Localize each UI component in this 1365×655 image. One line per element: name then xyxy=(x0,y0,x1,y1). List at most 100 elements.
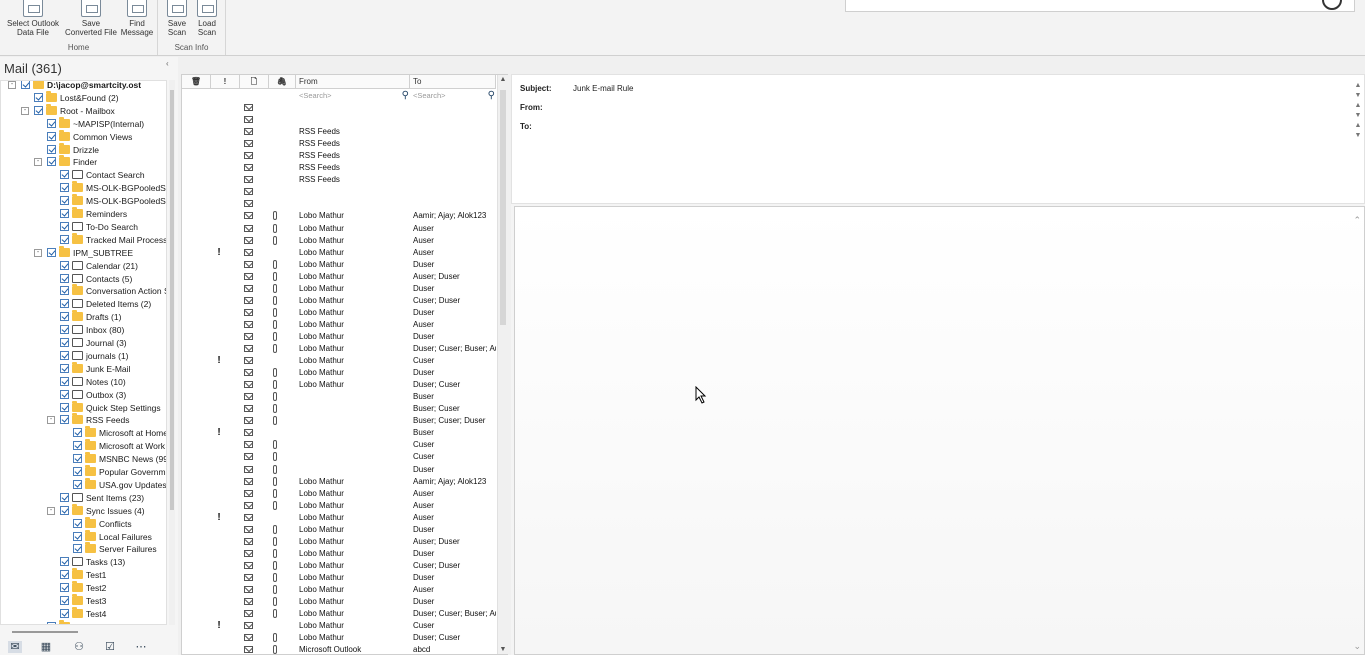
scroll-down-icon[interactable]: ▼ xyxy=(499,646,507,653)
scroll-up-icon[interactable]: ⌃ xyxy=(1353,215,1361,226)
collapse-pane-button[interactable]: ‹ xyxy=(166,59,169,68)
scroll-thumb[interactable] xyxy=(500,90,506,325)
message-row[interactable]: RSS Feeds xyxy=(182,174,496,186)
folder-node[interactable]: Calendar (21) xyxy=(60,260,138,272)
folder-node[interactable]: Conversation Action S xyxy=(60,284,166,297)
message-row[interactable] xyxy=(182,186,496,198)
folder-checkbox[interactable] xyxy=(60,338,69,347)
folder-node[interactable]: Test4 xyxy=(60,606,106,620)
folder-checkbox[interactable] xyxy=(47,131,56,141)
folder-node[interactable]: Microsoft at Home xyxy=(73,426,166,439)
folder-checkbox[interactable] xyxy=(47,247,56,257)
message-row[interactable]: Buser; Cuser xyxy=(182,403,496,415)
folder-checkbox[interactable] xyxy=(60,350,69,360)
folder-checkbox[interactable] xyxy=(60,325,69,335)
to-search-input[interactable]: <Search> ⚲ xyxy=(413,90,495,101)
expand-collapse-icon[interactable]: - xyxy=(34,158,42,167)
scroll-up-icon[interactable]: ▲ xyxy=(499,76,507,83)
folder-node[interactable]: Common Views xyxy=(47,129,132,143)
folder-checkbox[interactable] xyxy=(60,492,69,502)
folder-node[interactable]: Lost&Found (2) xyxy=(34,90,119,104)
folder-checkbox[interactable] xyxy=(60,221,69,231)
folder-node[interactable]: Tasks (13) xyxy=(60,556,125,568)
folder-checkbox[interactable] xyxy=(47,157,56,167)
folder-node[interactable]: Test2 xyxy=(60,581,106,594)
message-row[interactable]: Microsoft Outlook abcd xyxy=(182,644,496,655)
message-row[interactable]: Lobo Mathur Aamir; Ajay; Alok123 xyxy=(182,476,496,488)
folder-checkbox[interactable] xyxy=(73,467,82,476)
message-row[interactable]: Buser xyxy=(182,391,496,403)
folder-node[interactable]: Junk E-Mail xyxy=(60,361,130,375)
folder-node[interactable]: MS-OLK-BGPooledSe xyxy=(60,181,166,194)
message-row[interactable]: RSS Feeds xyxy=(182,150,496,162)
folder-node[interactable]: - IPM_SUBTREE xyxy=(34,245,133,259)
folder-node[interactable]: Test3 xyxy=(60,594,106,607)
folder-node[interactable]: - D:\jacop@smartcity.ost xyxy=(8,81,141,91)
calendar-icon[interactable]: ▦ xyxy=(39,641,53,653)
folder-node[interactable]: Quick Step Settings xyxy=(60,400,161,414)
folder-node[interactable]: Popular Governme xyxy=(73,465,166,478)
folder-checkbox[interactable] xyxy=(60,608,69,618)
folder-node[interactable]: Sent Items (23) xyxy=(60,492,144,504)
message-row[interactable]: Lobo Mathur Auser xyxy=(182,319,496,331)
folder-node[interactable]: Outbox (3) xyxy=(60,389,126,401)
save-scan-button[interactable]: Save Scan xyxy=(162,0,192,37)
folder-checkbox[interactable] xyxy=(60,583,69,593)
folder-checkbox[interactable] xyxy=(73,479,82,489)
message-row[interactable]: Lobo Mathur Duser xyxy=(182,572,496,584)
search-icon[interactable]: ⚲ xyxy=(488,90,495,101)
folder-tree-hscroll[interactable] xyxy=(12,631,78,633)
folder-checkbox[interactable] xyxy=(60,557,69,567)
message-row[interactable]: Lobo Mathur Auser xyxy=(182,488,496,500)
folder-checkbox[interactable] xyxy=(60,312,69,322)
folder-node[interactable]: Inbox (80) xyxy=(60,324,124,336)
folder-checkbox[interactable] xyxy=(47,118,56,128)
folder-node[interactable]: Contact Search xyxy=(60,169,145,181)
message-row[interactable]: ! Lobo Mathur Cuser xyxy=(182,620,496,632)
message-row[interactable]: Cuser xyxy=(182,451,496,463)
folder-checkbox[interactable] xyxy=(34,92,43,102)
folder-node[interactable]: MS-OLK-BGPooledSe xyxy=(60,194,166,207)
top-search-box[interactable] xyxy=(845,0,1355,12)
people-icon[interactable]: ⚇ xyxy=(72,641,86,653)
expand-collapse-icon[interactable]: - xyxy=(34,248,42,257)
folder-node[interactable]: Drizzle xyxy=(47,142,99,156)
folder-node[interactable]: Test1 xyxy=(60,568,106,581)
folder-node[interactable]: - Finder xyxy=(34,155,97,168)
message-row[interactable]: Lobo Mathur Duser xyxy=(182,307,496,319)
folder-checkbox[interactable] xyxy=(73,441,82,451)
folder-node[interactable]: To-Do Search xyxy=(60,221,138,233)
message-row[interactable]: Lobo Mathur Auser xyxy=(182,235,496,247)
message-row[interactable]: ! Buser xyxy=(182,427,496,439)
folder-checkbox[interactable] xyxy=(60,260,69,270)
folder-tree-scrollbar[interactable] xyxy=(169,80,175,625)
folder-checkbox[interactable] xyxy=(60,376,69,386)
help-icon[interactable] xyxy=(1322,0,1342,10)
scroll-thumb[interactable] xyxy=(170,90,174,510)
message-row[interactable]: Lobo Mathur Duser; Cuser; Buser; Aus xyxy=(182,608,496,620)
folder-node[interactable]: - Root - Mailbox xyxy=(21,103,115,117)
message-row[interactable]: Lobo Mathur Duser xyxy=(182,524,496,536)
folder-node[interactable]: Notes (10) xyxy=(60,376,126,388)
folder-node[interactable]: MSNBC News (99) xyxy=(73,452,166,465)
message-row[interactable]: RSS Feeds xyxy=(182,138,496,150)
message-row[interactable]: Lobo Mathur Duser xyxy=(182,259,496,271)
expand-collapse-icon[interactable]: - xyxy=(47,416,55,425)
message-row[interactable]: Lobo Mathur Duser xyxy=(182,331,496,343)
folder-node[interactable]: Server Failures xyxy=(73,542,157,555)
column-from[interactable]: From xyxy=(296,75,410,89)
from-search-input[interactable]: <Search> ⚲ xyxy=(299,90,409,101)
message-row[interactable]: Lobo Mathur Duser; Cuser xyxy=(182,379,496,391)
folder-node[interactable]: Local Failures xyxy=(73,529,152,543)
folder-checkbox[interactable] xyxy=(60,415,69,425)
message-row[interactable] xyxy=(182,114,496,126)
message-row[interactable]: Lobo Mathur Cuser; Duser xyxy=(182,295,496,307)
header-scroll-arrows[interactable]: ▲ ▼ ▲ ▼ ▲ ▼ xyxy=(1354,81,1362,141)
expand-collapse-icon[interactable]: - xyxy=(47,506,55,515)
message-row[interactable]: Lobo Mathur Duser; Cuser xyxy=(182,632,496,644)
folder-node[interactable]: Contacts (5) xyxy=(60,273,132,285)
folder-checkbox[interactable] xyxy=(60,505,69,515)
message-row[interactable]: Lobo Mathur Cuser; Duser xyxy=(182,560,496,572)
message-row[interactable]: Lobo Mathur Duser; Cuser; Buser; Aus xyxy=(182,343,496,355)
folder-node[interactable]: - RSS Feeds xyxy=(47,413,129,426)
